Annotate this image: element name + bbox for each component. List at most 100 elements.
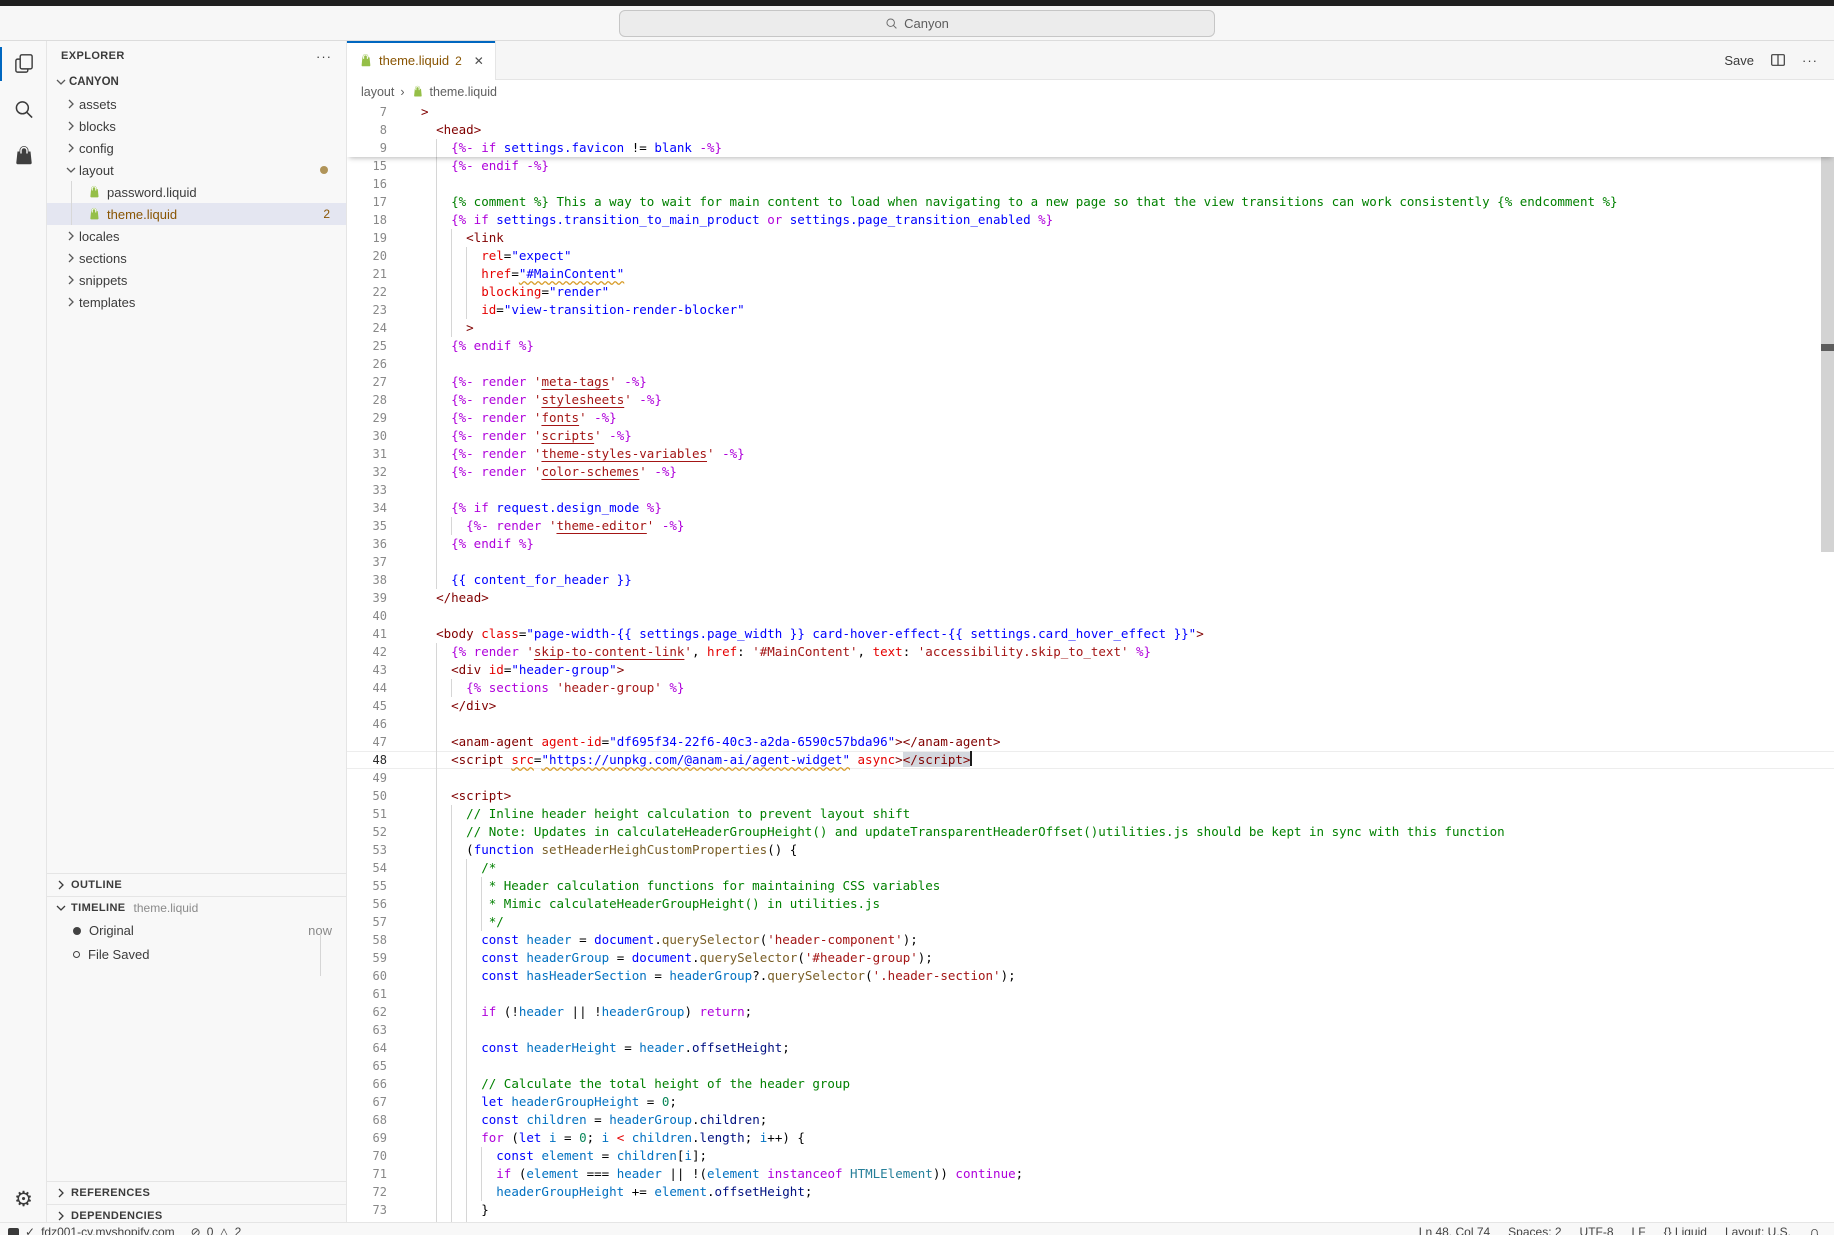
breadcrumb-folder[interactable]: layout (361, 85, 394, 99)
code-line-51[interactable]: 51 // Inline header height calculation t… (347, 805, 1834, 823)
code-line-18[interactable]: 18 {% if settings.transition_to_main_pro… (347, 211, 1834, 229)
tree-item-password-liquid[interactable]: password.liquid (47, 181, 346, 203)
status-item-2[interactable]: UTF-8 (1580, 1225, 1614, 1235)
tree-root-canyon[interactable]: CANYON (47, 71, 346, 93)
split-editor-icon[interactable] (1770, 52, 1786, 68)
code-line-63[interactable]: 63 (347, 1021, 1834, 1039)
code-line-52[interactable]: 52 // Note: Updates in calculateHeaderGr… (347, 823, 1834, 841)
code-line-62[interactable]: 62 if (!header || !headerGroup) return; (347, 1003, 1834, 1021)
code-line-41[interactable]: 41 <body class="page-width-{{ settings.p… (347, 625, 1834, 643)
code-editor[interactable]: 7>8 <head>9 {%- if settings.favicon != b… (347, 103, 1834, 1225)
code-line-44[interactable]: 44 {% sections 'header-group' %} (347, 679, 1834, 697)
code-line-67[interactable]: 67 let headerGroupHeight = 0; (347, 1093, 1834, 1111)
code-line-27[interactable]: 27 {%- render 'meta-tags' -%} (347, 373, 1834, 391)
tab-theme-liquid[interactable]: theme.liquid 2 ✕ (347, 41, 496, 80)
code-line-40[interactable]: 40 (347, 607, 1834, 625)
code-line-60[interactable]: 60 const hasHeaderSection = headerGroup?… (347, 967, 1834, 985)
tab-close-icon[interactable]: ✕ (474, 54, 484, 68)
code-line-46[interactable]: 46 (347, 715, 1834, 733)
store-domain[interactable]: fdz001-cv.myshopify.com (41, 1225, 175, 1235)
code-line-23[interactable]: 23 id="view-transition-render-blocker" (347, 301, 1834, 319)
code-line-54[interactable]: 54 /* (347, 859, 1834, 877)
code-line-68[interactable]: 68 const children = headerGroup.children… (347, 1111, 1834, 1129)
outline-section-header[interactable]: OUTLINE (47, 873, 346, 896)
code-line-9[interactable]: 9 {%- if settings.favicon != blank -%} (347, 139, 1834, 157)
code-line-42[interactable]: 42 {% render 'skip-to-content-link', hre… (347, 643, 1834, 661)
code-line-37[interactable]: 37 (347, 553, 1834, 571)
code-line-21[interactable]: 21 href="#MainContent" (347, 265, 1834, 283)
code-line-35[interactable]: 35 {%- render 'theme-editor' -%} (347, 517, 1834, 535)
breadcrumb-file[interactable]: theme.liquid (430, 85, 497, 99)
code-line-50[interactable]: 50 <script> (347, 787, 1834, 805)
tree-item-config[interactable]: config (47, 137, 346, 159)
status-item-4[interactable]: {} Liquid (1664, 1225, 1707, 1235)
more-actions-icon[interactable]: ··· (316, 49, 332, 64)
code-line-53[interactable]: 53 (function setHeaderHeighCustomPropert… (347, 841, 1834, 859)
code-line-49[interactable]: 49 (347, 769, 1834, 787)
tree-item-assets[interactable]: assets (47, 93, 346, 115)
code-line-20[interactable]: 20 rel="expect" (347, 247, 1834, 265)
code-line-36[interactable]: 36 {% endif %} (347, 535, 1834, 553)
code-line-70[interactable]: 70 const element = children[i]; (347, 1147, 1834, 1165)
errors-count[interactable]: 0 (207, 1225, 214, 1235)
code-line-17[interactable]: 17 {% comment %} This a way to wait for … (347, 193, 1834, 211)
code-line-72[interactable]: 72 headerGroupHeight += element.offsetHe… (347, 1183, 1834, 1201)
code-line-71[interactable]: 71 if (element === header || !(element i… (347, 1165, 1834, 1183)
code-line-34[interactable]: 34 {% if request.design_mode %} (347, 499, 1834, 517)
code-line-24[interactable]: 24 > (347, 319, 1834, 337)
code-line-73[interactable]: 73 } (347, 1201, 1834, 1219)
code-line-56[interactable]: 56 * Mimic calculateHeaderGroupHeight() … (347, 895, 1834, 913)
code-line-8[interactable]: 8 <head> (347, 121, 1834, 139)
status-item-3[interactable]: LF (1632, 1225, 1646, 1235)
tree-item-layout[interactable]: layout (47, 159, 346, 181)
status-item-0[interactable]: Ln 48, Col 74 (1419, 1225, 1490, 1235)
code-line-28[interactable]: 28 {%- render 'stylesheets' -%} (347, 391, 1834, 409)
code-line-66[interactable]: 66 // Calculate the total height of the … (347, 1075, 1834, 1093)
tree-item-templates[interactable]: templates (47, 291, 346, 313)
code-line-47[interactable]: 47 <anam-agent agent-id="df695f34-22f6-4… (347, 733, 1834, 751)
tree-item-theme-liquid[interactable]: theme.liquid2 (47, 203, 346, 225)
code-line-26[interactable]: 26 (347, 355, 1834, 373)
code-line-22[interactable]: 22 blocking="render" (347, 283, 1834, 301)
more-actions-icon[interactable]: ··· (1802, 53, 1818, 68)
code-line-32[interactable]: 32 {%- render 'color-schemes' -%} (347, 463, 1834, 481)
code-line-64[interactable]: 64 const headerHeight = header.offsetHei… (347, 1039, 1834, 1057)
settings-gear-icon[interactable]: ⚙ (0, 1187, 47, 1211)
code-line-43[interactable]: 43 <div id="header-group"> (347, 661, 1834, 679)
search-activity-button[interactable] (0, 87, 47, 133)
status-item-1[interactable]: Spaces: 2 (1508, 1225, 1561, 1235)
code-line-58[interactable]: 58 const header = document.querySelector… (347, 931, 1834, 949)
tree-item-blocks[interactable]: blocks (47, 115, 346, 137)
code-line-59[interactable]: 59 const headerGroup = document.querySel… (347, 949, 1834, 967)
code-line-19[interactable]: 19 <link (347, 229, 1834, 247)
code-line-45[interactable]: 45 </div> (347, 697, 1834, 715)
tree-item-snippets[interactable]: snippets (47, 269, 346, 291)
code-line-57[interactable]: 57 */ (347, 913, 1834, 931)
code-line-29[interactable]: 29 {%- render 'fonts' -%} (347, 409, 1834, 427)
code-line-33[interactable]: 33 (347, 481, 1834, 499)
errors-icon[interactable]: ⊘ (191, 1225, 201, 1235)
shopify-activity-button[interactable] (0, 133, 47, 179)
warnings-count[interactable]: 2 (235, 1225, 242, 1235)
code-line-55[interactable]: 55 * Header calculation functions for ma… (347, 877, 1834, 895)
code-line-16[interactable]: 16 (347, 175, 1834, 193)
timeline-item-0[interactable]: Originalnow (47, 919, 346, 942)
tree-item-sections[interactable]: sections (47, 247, 346, 269)
code-line-48[interactable]: 48 <script src="https://unpkg.com/@anam-… (347, 751, 1834, 769)
code-line-15[interactable]: 15 {%- endif -%} (347, 157, 1834, 175)
code-line-38[interactable]: 38 {{ content_for_header }} (347, 571, 1834, 589)
code-line-69[interactable]: 69 for (let i = 0; i < children.length; … (347, 1129, 1834, 1147)
timeline-section-header[interactable]: TIMELINE theme.liquid (47, 896, 346, 919)
references-section-header[interactable]: REFERENCES (47, 1181, 346, 1204)
tree-item-locales[interactable]: locales (47, 225, 346, 247)
code-line-25[interactable]: 25 {% endif %} (347, 337, 1834, 355)
command-center-search[interactable]: Canyon (619, 10, 1215, 37)
explorer-activity-button[interactable] (0, 41, 47, 87)
save-button[interactable]: Save (1724, 53, 1754, 68)
code-line-30[interactable]: 30 {%- render 'scripts' -%} (347, 427, 1834, 445)
code-line-39[interactable]: 39 </head> (347, 589, 1834, 607)
timeline-item-1[interactable]: File Saved (47, 943, 346, 966)
warnings-icon[interactable]: △ (219, 1225, 228, 1235)
notifications-bell-icon[interactable] (1809, 1225, 1820, 1235)
code-line-61[interactable]: 61 (347, 985, 1834, 1003)
